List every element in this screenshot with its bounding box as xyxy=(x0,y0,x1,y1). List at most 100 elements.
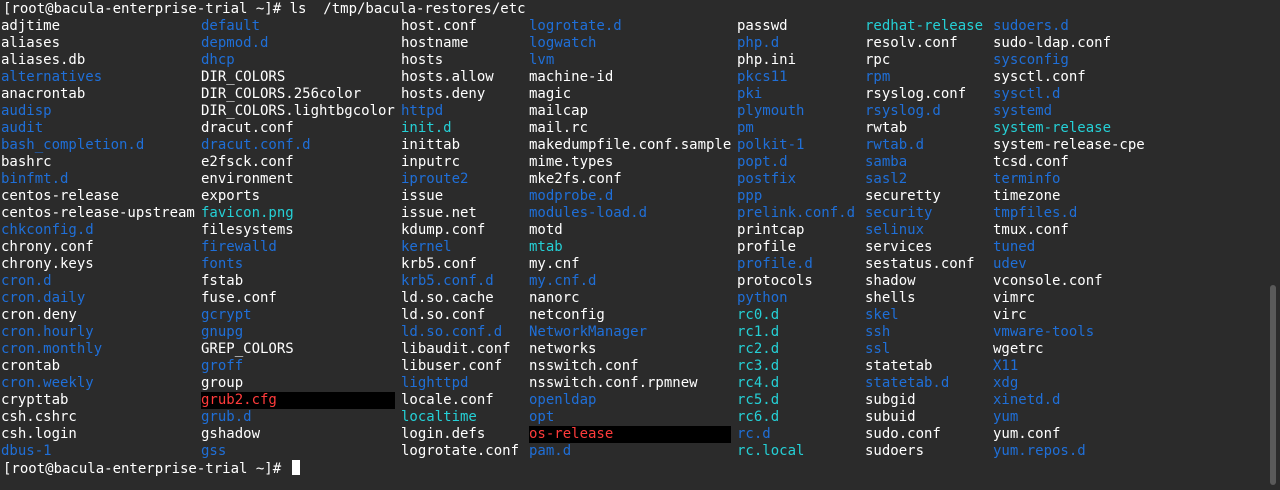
listing-entry: exports xyxy=(201,188,261,204)
listing-entry: tmpfiles.d xyxy=(993,205,1078,221)
listing-entry: krb5.conf xyxy=(401,256,477,272)
listing-entry: polkit-1 xyxy=(737,137,805,153)
scrollbar-thumb[interactable] xyxy=(1270,285,1276,485)
listing-entry: cron.daily xyxy=(1,290,86,306)
listing-entry: samba xyxy=(865,154,908,170)
listing-column: host.conf hostname hosts hosts.allow hosts.d… xyxy=(401,18,519,460)
listing-entry: yum.repos.d xyxy=(993,443,1086,459)
listing-entry: grub.d xyxy=(201,409,252,425)
listing-entry: php.d xyxy=(737,35,780,51)
listing-entry: rc3.d xyxy=(737,358,780,374)
listing-entry: terminfo xyxy=(993,171,1061,187)
listing-entry: iproute2 xyxy=(401,171,469,187)
listing-entry: shadow xyxy=(865,273,916,289)
listing-entry: DIR_COLORS.256color xyxy=(201,86,362,102)
listing-entry: gcrypt xyxy=(201,307,252,323)
listing-entry: yum.conf xyxy=(993,426,1061,442)
listing-entry: networks xyxy=(529,341,597,357)
listing-entry: environment xyxy=(201,171,294,187)
listing-entry: depmod.d xyxy=(201,35,269,51)
listing-entry: cron.d xyxy=(1,273,52,289)
listing-entry: php.ini xyxy=(737,52,797,68)
terminal-window[interactable]: [root@bacula-enterprise-trial ~]# ls /tm… xyxy=(0,0,1266,490)
listing-entry: netconfig xyxy=(529,307,605,323)
command-line: [root@bacula-enterprise-trial ~]# ls /tm… xyxy=(3,1,526,17)
listing-entry: modprobe.d xyxy=(529,188,614,204)
listing-entry: cron.deny xyxy=(1,307,77,323)
listing-entry: rsyslog.conf xyxy=(865,86,967,102)
listing-entry: fonts xyxy=(201,256,244,272)
listing-entry: sestatus.conf xyxy=(865,256,975,272)
listing-entry: timezone xyxy=(993,188,1061,204)
listing-entry: subgid xyxy=(865,392,916,408)
listing-entry: GREP_COLORS xyxy=(201,341,294,357)
listing-entry: services xyxy=(865,239,933,255)
listing-entry: NetworkManager xyxy=(529,324,648,340)
listing-entry: ld.so.cache xyxy=(401,290,494,306)
listing-entry: openldap xyxy=(529,392,597,408)
listing-entry: vmware-tools xyxy=(993,324,1095,340)
listing-entry: virc xyxy=(993,307,1027,323)
listing-entry: magic xyxy=(529,86,572,102)
listing-entry: e2fsck.conf xyxy=(201,154,294,170)
listing-entry: logwatch xyxy=(529,35,597,51)
listing-entry: redhat-release xyxy=(865,18,984,34)
listing-entry: login.defs xyxy=(401,426,486,442)
cursor xyxy=(291,460,300,475)
listing-entry: xdg xyxy=(993,375,1019,391)
listing-column: adjtime aliases aliases.db alternatives anac… xyxy=(1,18,195,460)
listing-entry: rc1.d xyxy=(737,324,780,340)
listing-entry: rpc xyxy=(865,52,891,68)
listing-entry: popt.d xyxy=(737,154,788,170)
listing-entry: centos-release xyxy=(1,188,120,204)
listing-entry: hosts.deny xyxy=(401,86,486,102)
listing-entry: rsyslog.d xyxy=(865,103,941,119)
listing-entry: nsswitch.conf xyxy=(529,358,639,374)
listing-entry: aliases xyxy=(1,35,61,51)
listing-entry: DIR_COLORS.lightbgcolor xyxy=(201,103,395,119)
listing-entry: security xyxy=(865,205,933,221)
listing-entry: hostname xyxy=(401,35,469,51)
listing-entry: protocols xyxy=(737,273,813,289)
prompt-text: [root@bacula-enterprise-trial ~]# xyxy=(3,461,290,477)
listing-entry: crypttab xyxy=(1,392,69,408)
listing-entry: csh.login xyxy=(1,426,77,442)
listing-entry: kernel xyxy=(401,239,452,255)
listing-entry: cron.monthly xyxy=(1,341,103,357)
listing-entry: group xyxy=(201,375,244,391)
listing-entry: httpd xyxy=(401,103,444,119)
listing-entry: sysconfig xyxy=(993,52,1069,68)
listing-entry: dbus-1 xyxy=(1,443,52,459)
listing-entry: xinetd.d xyxy=(993,392,1061,408)
listing-entry: host.conf xyxy=(401,18,477,34)
listing-entry: modules-load.d xyxy=(529,205,648,221)
listing-entry: anacrontab xyxy=(1,86,86,102)
listing-entry: mke2fs.conf xyxy=(529,171,622,187)
listing-entry: cron.weekly xyxy=(1,375,94,391)
listing-column: sudoers.d sudo-ldap.conf sysconfig sysctl.c… xyxy=(993,18,1145,460)
listing-entry: csh.cshrc xyxy=(1,409,77,425)
listing-entry: fuse.conf xyxy=(201,290,277,306)
listing-entry: selinux xyxy=(865,222,925,238)
listing-entry: sudo-ldap.conf xyxy=(993,35,1112,51)
listing-entry: init.d xyxy=(401,120,452,136)
listing-entry: motd xyxy=(529,222,563,238)
prompt-line[interactable]: [root@bacula-enterprise-trial ~]# xyxy=(3,460,300,477)
listing-entry: system-release xyxy=(993,120,1112,136)
listing-entry: nsswitch.conf.rpmnew xyxy=(529,375,698,391)
listing-entry: tmux.conf xyxy=(993,222,1069,238)
listing-entry: opt xyxy=(529,409,555,425)
listing-entry: systemd xyxy=(993,103,1053,119)
listing-entry: hosts xyxy=(401,52,444,68)
listing-entry: vimrc xyxy=(993,290,1036,306)
listing-entry: chrony.keys xyxy=(1,256,94,272)
listing-entry: rwtab xyxy=(865,120,908,136)
listing-entry: X11 xyxy=(993,358,1019,374)
scrollbar[interactable] xyxy=(1266,0,1280,490)
listing-entry: alternatives xyxy=(1,69,103,85)
listing-entry: lvm xyxy=(529,52,555,68)
listing-entry: localtime xyxy=(401,409,477,425)
listing-column: passwd php.d php.ini pkcs11 pki plymouth pm pol… xyxy=(737,18,855,460)
listing-entry: gss xyxy=(201,443,227,459)
listing-entry: filesystems xyxy=(201,222,294,238)
